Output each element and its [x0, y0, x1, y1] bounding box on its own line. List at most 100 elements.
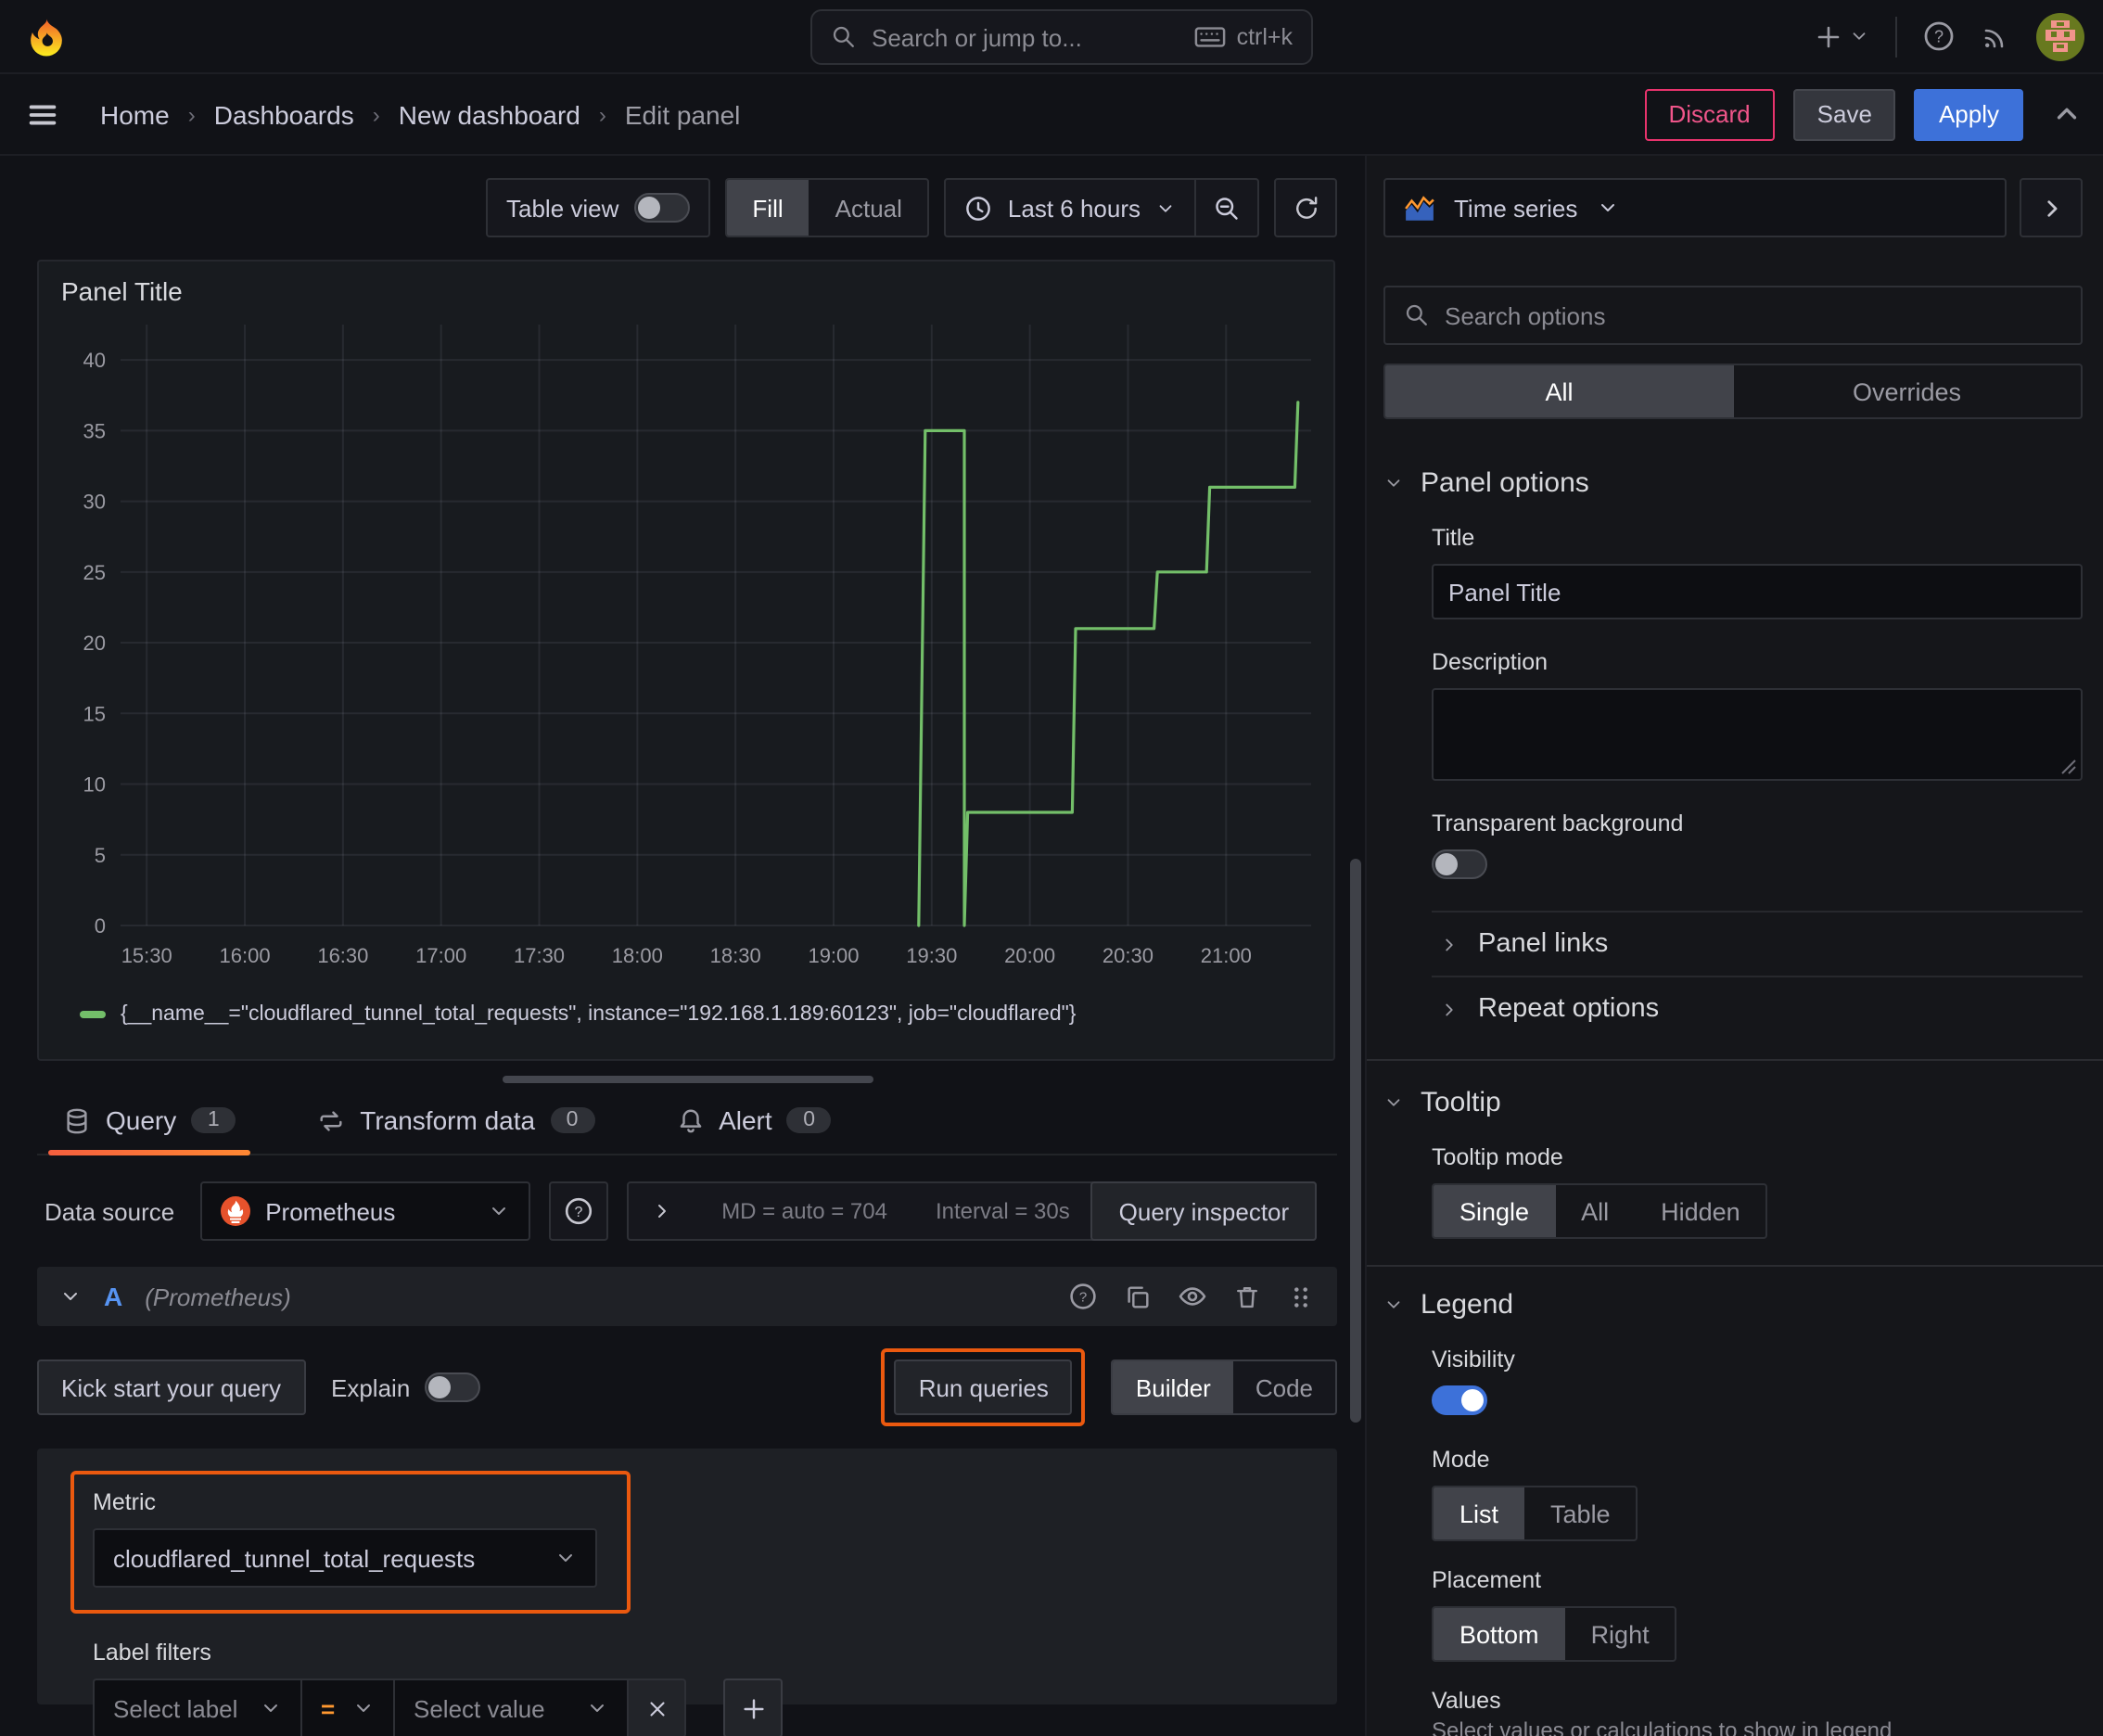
remove-filter-button[interactable]	[627, 1679, 686, 1736]
description-textarea[interactable]	[1432, 688, 2083, 781]
legend-placement-bottom[interactable]: Bottom	[1434, 1608, 1565, 1660]
save-button[interactable]: Save	[1792, 88, 1896, 140]
zoom-out-icon	[1216, 197, 1238, 219]
user-avatar[interactable]	[2036, 12, 2084, 60]
new-menu-button[interactable]	[1814, 21, 1869, 51]
collapse-options-button[interactable]	[2053, 100, 2081, 128]
add-filter-button[interactable]	[723, 1679, 783, 1736]
zoom-out-button[interactable]	[1194, 180, 1257, 236]
query-help-icon[interactable]: ?	[1068, 1282, 1098, 1311]
editor-scrollbar[interactable]	[1350, 859, 1361, 1423]
resize-grip-icon[interactable]	[2060, 759, 2077, 775]
duplicate-icon[interactable]	[1124, 1283, 1152, 1310]
time-range-picker[interactable]: Last 6 hours	[947, 180, 1194, 236]
breadcrumb-new-dashboard[interactable]: New dashboard	[399, 99, 580, 129]
legend-mode-segment: List Table	[1432, 1486, 1638, 1541]
metric-label: Metric	[93, 1489, 157, 1515]
stats-max-datapoints: MD = auto = 704	[721, 1198, 887, 1224]
metric-select[interactable]: cloudflared_tunnel_total_requests	[93, 1528, 597, 1588]
tab-all[interactable]: All	[1385, 365, 1733, 417]
tooltip-header[interactable]: Tooltip	[1383, 1087, 2083, 1118]
table-view-label: Table view	[506, 194, 619, 222]
search-input[interactable]: Search or jump to... ctrl+k	[810, 9, 1313, 65]
chevron-right-icon[interactable]	[651, 1200, 673, 1222]
refresh-button[interactable]	[1274, 178, 1337, 237]
time-series-chart: 0 5 10 15 20 25 30 35 40 15:30 16:00 16:30 17:00 17:3…	[83, 325, 1311, 967]
grafana-logo[interactable]	[26, 16, 67, 57]
legend-values-help: Select values or calculations to show in…	[1432, 1717, 1893, 1736]
panel-links-row[interactable]: Panel links	[1439, 913, 2083, 976]
options-search-input[interactable]: Search options	[1383, 286, 2083, 345]
select-value-dropdown[interactable]: Select value	[393, 1679, 627, 1736]
pane-resize-handle[interactable]	[502, 1076, 873, 1083]
breadcrumb-dashboards[interactable]: Dashboards	[214, 99, 354, 129]
table-view-toggle[interactable]	[633, 193, 690, 223]
query-ref-id[interactable]: A	[104, 1282, 122, 1311]
svg-text:30: 30	[83, 491, 106, 514]
search-placeholder: Search or jump to...	[872, 23, 1082, 51]
code-option[interactable]: Code	[1233, 1361, 1335, 1413]
select-label-dropdown[interactable]: Select label	[93, 1679, 300, 1736]
tab-transform-label: Transform data	[360, 1105, 536, 1135]
query-row-header[interactable]: A (Prometheus) ?	[37, 1267, 1337, 1326]
datasource-select[interactable]: Prometheus	[200, 1181, 531, 1241]
database-icon	[67, 1107, 87, 1133]
viz-type-label: Time series	[1454, 194, 1578, 222]
apply-button[interactable]: Apply	[1914, 88, 2023, 140]
viz-toolbar: Table view Fill Actual Last 6 hours	[37, 178, 1337, 237]
help-button[interactable]: ?	[1923, 20, 1955, 52]
svg-text:19:30: 19:30	[906, 944, 957, 967]
chevron-right-icon	[1446, 1002, 1453, 1015]
visualization-picker[interactable]: Time series	[1383, 178, 2007, 237]
refresh-icon	[1295, 196, 1317, 218]
legend-mode-list[interactable]: List	[1434, 1487, 1525, 1539]
panel-title-input[interactable]: Panel Title	[1432, 564, 2083, 619]
panel-options-header[interactable]: Panel options	[1383, 467, 2083, 499]
svg-text:35: 35	[83, 419, 106, 442]
chevron-right-icon	[2046, 199, 2057, 216]
hide-response-icon[interactable]	[1178, 1282, 1207, 1311]
explain-toggle[interactable]	[425, 1372, 481, 1402]
tab-transform[interactable]: Transform data 0	[310, 1091, 602, 1154]
drag-grip-icon[interactable]	[1287, 1283, 1315, 1310]
tab-query-label: Query	[106, 1105, 177, 1135]
chevron-down-icon	[559, 1554, 572, 1562]
metric-value: cloudflared_tunnel_total_requests	[113, 1544, 476, 1572]
legend-visibility-toggle[interactable]	[1432, 1385, 1487, 1415]
legend-item[interactable]: {__name__="cloudflared_tunnel_total_requ…	[54, 996, 1319, 1026]
series-color-mark	[80, 1011, 106, 1018]
tooltip-mode-hidden[interactable]: Hidden	[1635, 1185, 1766, 1237]
editor-tabs: Query 1 Transform data 0 Alert 0	[37, 1091, 1337, 1155]
legend-header[interactable]: Legend	[1383, 1289, 2083, 1321]
fill-option[interactable]: Fill	[726, 180, 809, 236]
trash-icon[interactable]	[1233, 1283, 1261, 1310]
discard-button[interactable]: Discard	[1644, 88, 1775, 140]
tab-alert[interactable]: Alert 0	[669, 1091, 839, 1154]
transparent-bg-toggle[interactable]	[1432, 849, 1487, 879]
svg-text:17:30: 17:30	[514, 944, 565, 967]
menu-toggle-button[interactable]	[26, 97, 59, 131]
breadcrumb-home[interactable]: Home	[100, 99, 170, 129]
svg-text:0: 0	[95, 914, 106, 938]
tab-query[interactable]: Query 1	[47, 1091, 251, 1155]
query-inspector-button[interactable]: Query inspector	[1090, 1181, 1318, 1241]
kickstart-query-button[interactable]: Kick start your query	[37, 1359, 305, 1415]
tooltip-mode-all[interactable]: All	[1555, 1185, 1635, 1237]
news-button[interactable]	[1981, 21, 2010, 51]
legend-placement-right[interactable]: Right	[1565, 1608, 1676, 1660]
svg-text:15:30: 15:30	[121, 944, 172, 967]
run-queries-button[interactable]: Run queries	[894, 1359, 1073, 1415]
chevron-down-icon	[64, 1293, 77, 1300]
actual-option[interactable]: Actual	[809, 180, 928, 236]
svg-text:16:30: 16:30	[317, 944, 368, 967]
repeat-options-row[interactable]: Repeat options	[1439, 977, 2083, 1040]
legend-mode-table[interactable]: Table	[1524, 1487, 1637, 1539]
explain-label: Explain	[331, 1373, 411, 1401]
datasource-help-button[interactable]: ?	[549, 1181, 609, 1241]
tab-overrides[interactable]: Overrides	[1733, 365, 2081, 417]
builder-option[interactable]: Builder	[1113, 1361, 1233, 1413]
collapse-pane-button[interactable]	[2020, 178, 2083, 237]
tooltip-mode-single[interactable]: Single	[1434, 1185, 1556, 1237]
help-icon: ?	[566, 1197, 593, 1225]
operator-dropdown[interactable]: =	[300, 1679, 393, 1736]
